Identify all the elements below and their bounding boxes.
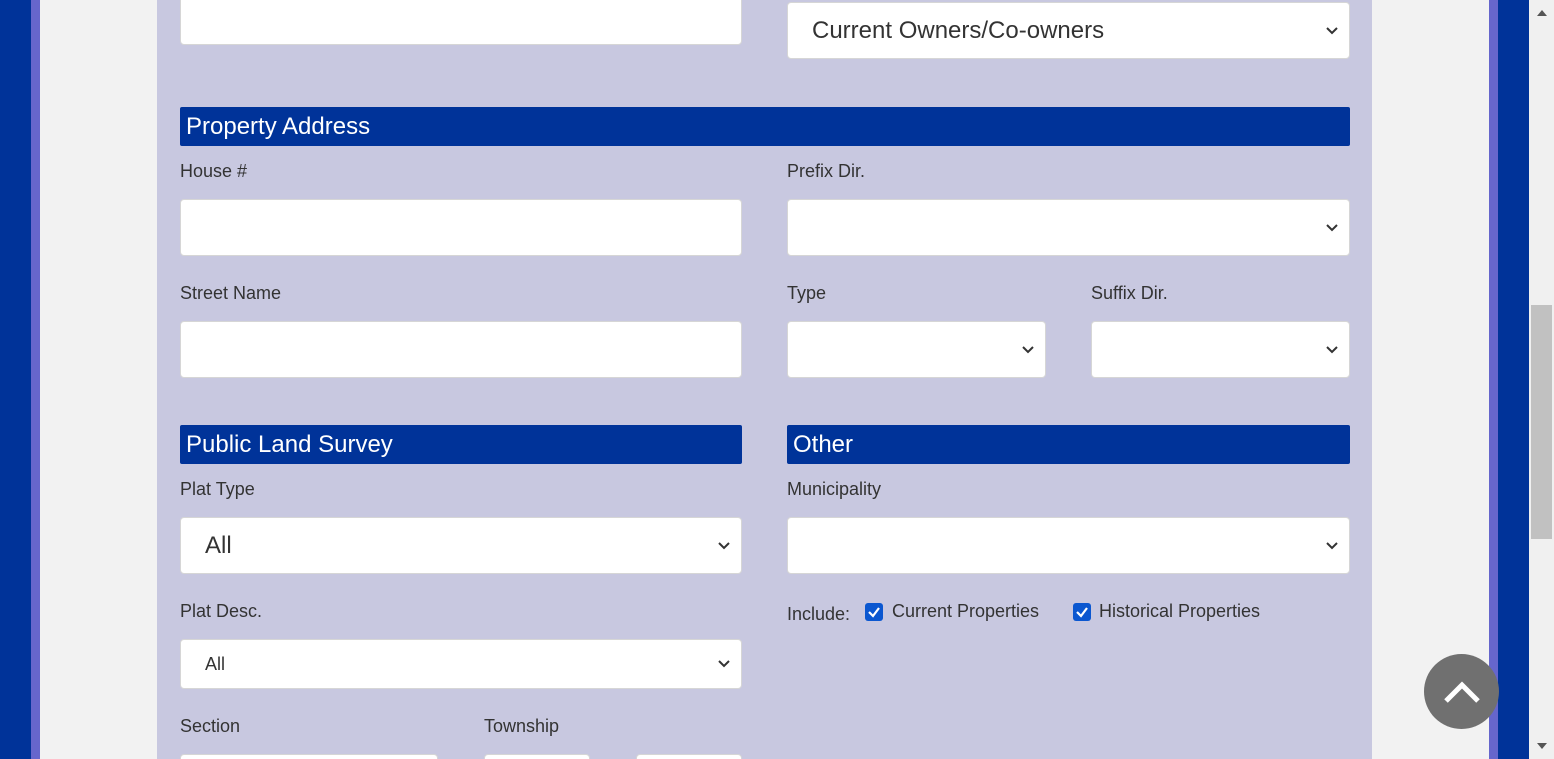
chevron-down-icon bbox=[1326, 345, 1338, 353]
street-name-input[interactable] bbox=[180, 321, 742, 378]
include-label: Include: bbox=[787, 604, 851, 624]
township-number-input[interactable] bbox=[484, 754, 590, 759]
township-label: Township bbox=[484, 716, 560, 736]
municipality-select[interactable] bbox=[787, 517, 1350, 574]
property-address-header: Property Address bbox=[180, 107, 1350, 146]
scrollbar-thumb[interactable] bbox=[1531, 305, 1552, 539]
owner-type-select[interactable]: Current Owners/Co-owners bbox=[787, 2, 1350, 59]
public-land-survey-header: Public Land Survey bbox=[180, 425, 742, 464]
left-border-band bbox=[0, 0, 31, 759]
plat-desc-label: Plat Desc. bbox=[180, 601, 263, 621]
chevron-up-icon bbox=[1443, 680, 1480, 703]
scroll-down-arrow[interactable] bbox=[1529, 733, 1554, 759]
current-properties-checkbox[interactable] bbox=[865, 603, 883, 621]
township-direction-select[interactable] bbox=[636, 754, 742, 759]
right-border-band bbox=[1498, 0, 1529, 759]
plat-type-select-value: All bbox=[205, 531, 232, 559]
current-properties-label: Current Properties bbox=[892, 601, 1040, 621]
checkmark-icon bbox=[1076, 607, 1088, 618]
left-accent-band bbox=[31, 0, 40, 759]
chevron-down-icon bbox=[1022, 345, 1034, 353]
house-number-input[interactable] bbox=[180, 199, 742, 256]
scroll-up-arrow[interactable] bbox=[1529, 0, 1554, 26]
other-header: Other bbox=[787, 425, 1350, 464]
chevron-down-icon bbox=[718, 541, 730, 549]
plat-type-label: Plat Type bbox=[180, 479, 255, 499]
historical-properties-label: Historical Properties bbox=[1099, 601, 1261, 621]
street-type-select[interactable] bbox=[787, 321, 1046, 378]
plat-desc-select[interactable]: All bbox=[180, 639, 742, 689]
plat-type-select[interactable]: All bbox=[180, 517, 742, 574]
suffix-dir-select[interactable] bbox=[1091, 321, 1350, 378]
suffix-dir-label: Suffix Dir. bbox=[1091, 283, 1168, 303]
prefix-dir-label: Prefix Dir. bbox=[787, 161, 866, 181]
owner-name-input[interactable] bbox=[180, 0, 742, 45]
scroll-to-top-button[interactable] bbox=[1424, 654, 1499, 729]
chevron-down-icon bbox=[1326, 541, 1338, 549]
property-address-title: Property Address bbox=[186, 112, 371, 140]
historical-properties-checkbox[interactable] bbox=[1073, 603, 1091, 621]
type-label: Type bbox=[787, 283, 827, 303]
chevron-down-icon bbox=[1326, 223, 1338, 231]
public-land-survey-title: Public Land Survey bbox=[186, 430, 393, 458]
section-input[interactable] bbox=[180, 754, 438, 759]
triangle-down-icon bbox=[1536, 743, 1547, 749]
triangle-up-icon bbox=[1536, 10, 1547, 16]
chevron-down-icon bbox=[1326, 26, 1338, 34]
left-gutter bbox=[40, 0, 157, 759]
municipality-label: Municipality bbox=[787, 479, 882, 499]
prefix-dir-select[interactable] bbox=[787, 199, 1350, 256]
section-label: Section bbox=[180, 716, 241, 736]
street-name-label: Street Name bbox=[180, 283, 282, 303]
plat-desc-select-value: All bbox=[205, 653, 226, 674]
chevron-down-icon bbox=[718, 660, 730, 668]
right-gutter bbox=[1372, 0, 1489, 759]
checkmark-icon bbox=[868, 607, 880, 618]
other-title: Other bbox=[793, 430, 854, 458]
right-accent-band bbox=[1489, 0, 1498, 759]
owner-type-select-value: Current Owners/Co-owners bbox=[812, 16, 1105, 44]
house-number-label: House # bbox=[180, 161, 248, 181]
page-scrollbar[interactable] bbox=[1529, 0, 1554, 759]
